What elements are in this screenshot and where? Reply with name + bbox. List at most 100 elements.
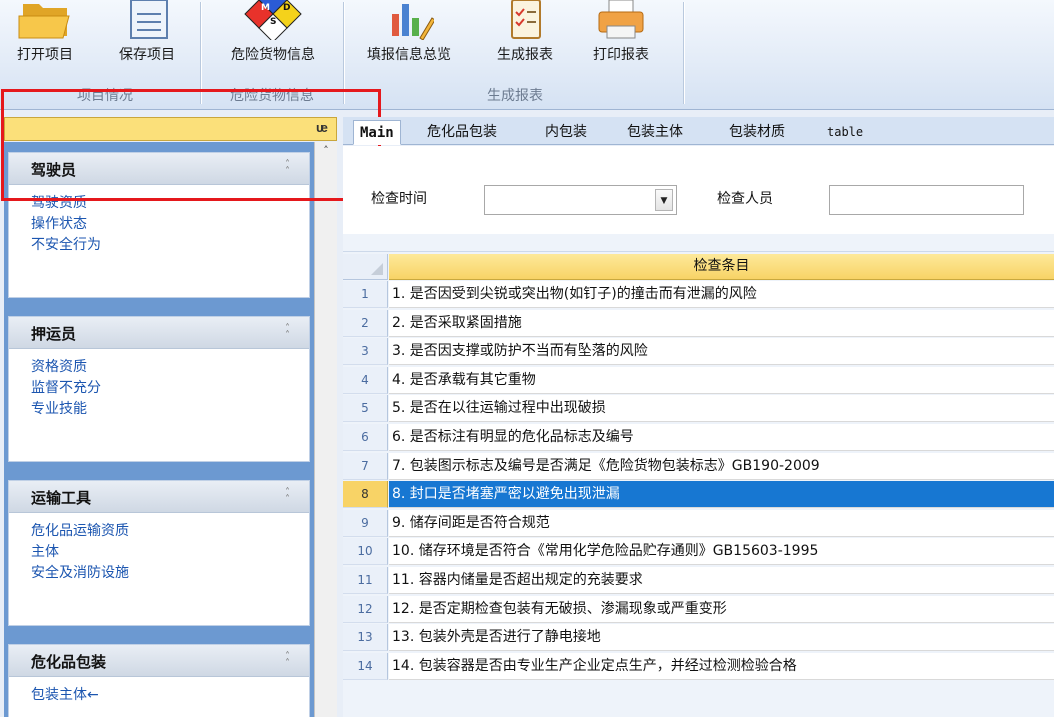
table-row[interactable]: 9 9. 储存间距是否符合规范 xyxy=(343,509,1054,537)
table-row[interactable]: 5 5. 是否在以往运输过程中出现破损 xyxy=(343,395,1054,423)
check-item-cell[interactable]: 10. 储存环境是否符合《常用化学危险品贮存通则》GB15603-1995 xyxy=(389,538,1054,566)
check-item-cell[interactable]: 5. 是否在以往运输过程中出现破损 xyxy=(389,395,1054,423)
left-panel-scrollbar[interactable]: ˄ xyxy=(314,142,337,717)
nav-link-professional-skill[interactable]: 专业技能 xyxy=(31,399,309,420)
check-item-cell[interactable]: 7. 包装图示标志及编号是否满足《危险货物包装标志》GB190-2009 xyxy=(389,452,1054,480)
table-row[interactable]: 14 14. 包装容器是否由专业生产企业定点生产，并经过检测检验合格 xyxy=(343,652,1054,680)
document-icon xyxy=(130,0,168,39)
scroll-up-arrow-icon[interactable]: ˄ xyxy=(315,144,337,162)
table-row[interactable]: 3 3. 是否因支撑或防护不当而有坠落的风险 xyxy=(343,338,1054,366)
dangerous-goods-info-button[interactable]: M D S 危险货物信息 xyxy=(208,0,338,74)
generate-report-button[interactable]: 生成报表 xyxy=(484,0,566,74)
nav-link-main-body[interactable]: 主体 xyxy=(31,542,309,563)
tab-main[interactable]: Main xyxy=(353,120,401,145)
row-number[interactable]: 8 xyxy=(343,481,388,509)
column-header-check-item[interactable]: 检查条目 xyxy=(389,254,1054,280)
nav-link-insufficient-supervision[interactable]: 监督不充分 xyxy=(31,378,309,399)
row-number[interactable]: 9 xyxy=(343,509,388,537)
check-item-cell[interactable]: 13. 包装外壳是否进行了静电接地 xyxy=(389,624,1054,652)
card-header[interactable]: 运输工具 ˄ ˄ xyxy=(9,481,309,513)
row-number[interactable]: 2 xyxy=(343,309,388,337)
check-item-cell[interactable]: 8. 封口是否堵塞严密以避免出现泄漏 xyxy=(389,481,1054,509)
nav-link-qualification[interactable]: 资格资质 xyxy=(31,357,309,378)
inspector-label: 检查人员 xyxy=(717,191,773,207)
card-header[interactable]: 危化品包装 ˄ ˄ xyxy=(9,645,309,677)
collapse-chevron-icon[interactable]: ˄ ˄ xyxy=(285,160,297,177)
checklist-grid: 检查条目 1 1. 是否因受到尖锐或突出物(如钉子)的撞击而有泄漏的风险 2 2. 是… xyxy=(343,234,1054,717)
check-item-cell[interactable]: 3. 是否因支撑或防护不当而有坠落的风险 xyxy=(389,338,1054,366)
table-row[interactable]: 2 2. 是否采取紧固措施 xyxy=(343,309,1054,337)
folder-icon xyxy=(18,4,70,39)
card-title: 驾驶员 xyxy=(31,161,77,179)
msds-m-letter: M xyxy=(261,3,270,13)
left-panel: 驾驶员 ˄ ˄ 驾驶资质 操作状态 不安全行为 押运员 ˄ ˄ 资格资质 监督不充分… xyxy=(4,142,337,717)
check-item-cell[interactable]: 9. 储存间距是否符合规范 xyxy=(389,509,1054,537)
nav-link-driving-qualification[interactable]: 驾驶资质 xyxy=(31,193,309,214)
row-number[interactable]: 12 xyxy=(343,595,388,623)
msds-d-letter: D xyxy=(283,3,290,13)
check-item-cell[interactable]: 6. 是否标注有明显的危化品标志及编号 xyxy=(389,424,1054,451)
table-row[interactable]: 6 6. 是否标注有明显的危化品标志及编号 xyxy=(343,424,1054,451)
collapse-chevron-icon[interactable]: ˄ ˄ xyxy=(285,652,297,669)
row-number[interactable]: 3 xyxy=(343,338,388,366)
card-title: 押运员 xyxy=(31,325,77,343)
grid-select-all-corner[interactable] xyxy=(343,254,388,280)
generate-report-label: 生成报表 xyxy=(497,47,553,63)
card-title: 运输工具 xyxy=(31,489,92,507)
row-number[interactable]: 11 xyxy=(343,567,388,594)
print-report-button[interactable]: 打印报表 xyxy=(580,0,662,74)
filter-form: 检查时间 ▼ 检查人员 xyxy=(343,146,1054,234)
save-project-button[interactable]: 保存项目 xyxy=(106,0,188,74)
tab-table[interactable]: table xyxy=(821,120,869,145)
tab-hazmat-packaging[interactable]: 危化品包装 xyxy=(421,120,503,145)
check-item-cell[interactable]: 4. 是否承载有其它重物 xyxy=(389,366,1054,394)
inspector-input[interactable] xyxy=(829,185,1024,215)
row-number[interactable]: 5 xyxy=(343,395,388,423)
card-hazmat-packaging: 危化品包装 ˄ ˄ 包装主体← xyxy=(8,644,310,717)
chart-pencil-icon xyxy=(392,4,434,40)
printer-icon xyxy=(598,0,644,39)
table-row[interactable]: 10 10. 储存环境是否符合《常用化学危险品贮存通则》GB15603-1995 xyxy=(343,538,1054,566)
tab-packaging-material[interactable]: 包装材质 xyxy=(723,120,791,145)
table-row[interactable]: 8 8. 封口是否堵塞严密以避免出现泄漏 xyxy=(343,481,1054,509)
row-number[interactable]: 6 xyxy=(343,424,388,451)
row-number[interactable]: 1 xyxy=(343,281,388,308)
nav-link-packaging-body[interactable]: 包装主体← xyxy=(31,685,309,706)
open-project-button[interactable]: 打开项目 xyxy=(4,0,86,74)
left-panel-header: ᵫ xyxy=(4,117,337,141)
nav-link-transport-qualification[interactable]: 危化品运输资质 xyxy=(31,521,309,542)
row-number[interactable]: 14 xyxy=(343,652,388,680)
row-number[interactable]: 7 xyxy=(343,452,388,480)
tab-packaging-body[interactable]: 包装主体 xyxy=(621,120,689,145)
dropdown-arrow-icon[interactable]: ▼ xyxy=(655,189,673,211)
row-number[interactable]: 13 xyxy=(343,624,388,652)
save-project-label: 保存项目 xyxy=(119,47,175,63)
table-row[interactable]: 1 1. 是否因受到尖锐或突出物(如钉子)的撞击而有泄漏的风险 xyxy=(343,281,1054,308)
group-label-dangerous-goods: 危险货物信息 xyxy=(230,88,314,104)
tab-inner-packaging[interactable]: 内包装 xyxy=(539,120,593,145)
collapse-chevron-icon[interactable]: ˄ ˄ xyxy=(285,488,297,505)
table-row[interactable]: 4 4. 是否承载有其它重物 xyxy=(343,366,1054,394)
pin-icon[interactable]: ᵫ xyxy=(316,120,328,136)
check-item-cell[interactable]: 12. 是否定期检查包装有无破损、渗漏现象或严重变形 xyxy=(389,595,1054,623)
card-header[interactable]: 押运员 ˄ ˄ xyxy=(9,317,309,349)
row-number[interactable]: 4 xyxy=(343,366,388,394)
check-item-cell[interactable]: 14. 包装容器是否由专业生产企业定点生产，并经过检测检验合格 xyxy=(389,652,1054,680)
nav-link-safety-fire-facilities[interactable]: 安全及消防设施 xyxy=(31,563,309,584)
nav-link-unsafe-behavior[interactable]: 不安全行为 xyxy=(31,235,309,256)
nav-link-operation-status[interactable]: 操作状态 xyxy=(31,214,309,235)
dangerous-goods-info-label: 危险货物信息 xyxy=(231,47,315,63)
grid-top-band xyxy=(343,234,1054,252)
table-row[interactable]: 11 11. 容器内储量是否超出规定的充装要求 xyxy=(343,567,1054,594)
check-item-cell[interactable]: 11. 容器内储量是否超出规定的充装要求 xyxy=(389,567,1054,594)
report-overview-button[interactable]: 填报信息总览 xyxy=(350,0,468,74)
check-time-select[interactable]: ▼ xyxy=(484,185,677,215)
card-header[interactable]: 驾驶员 ˄ ˄ xyxy=(9,153,309,185)
row-number[interactable]: 10 xyxy=(343,538,388,566)
table-row[interactable]: 12 12. 是否定期检查包装有无破损、渗漏现象或严重变形 xyxy=(343,595,1054,623)
table-row[interactable]: 7 7. 包装图示标志及编号是否满足《危险货物包装标志》GB190-2009 xyxy=(343,452,1054,480)
check-item-cell[interactable]: 2. 是否采取紧固措施 xyxy=(389,309,1054,337)
table-row[interactable]: 13 13. 包装外壳是否进行了静电接地 xyxy=(343,624,1054,652)
collapse-chevron-icon[interactable]: ˄ ˄ xyxy=(285,324,297,341)
check-item-cell[interactable]: 1. 是否因受到尖锐或突出物(如钉子)的撞击而有泄漏的风险 xyxy=(389,281,1054,308)
